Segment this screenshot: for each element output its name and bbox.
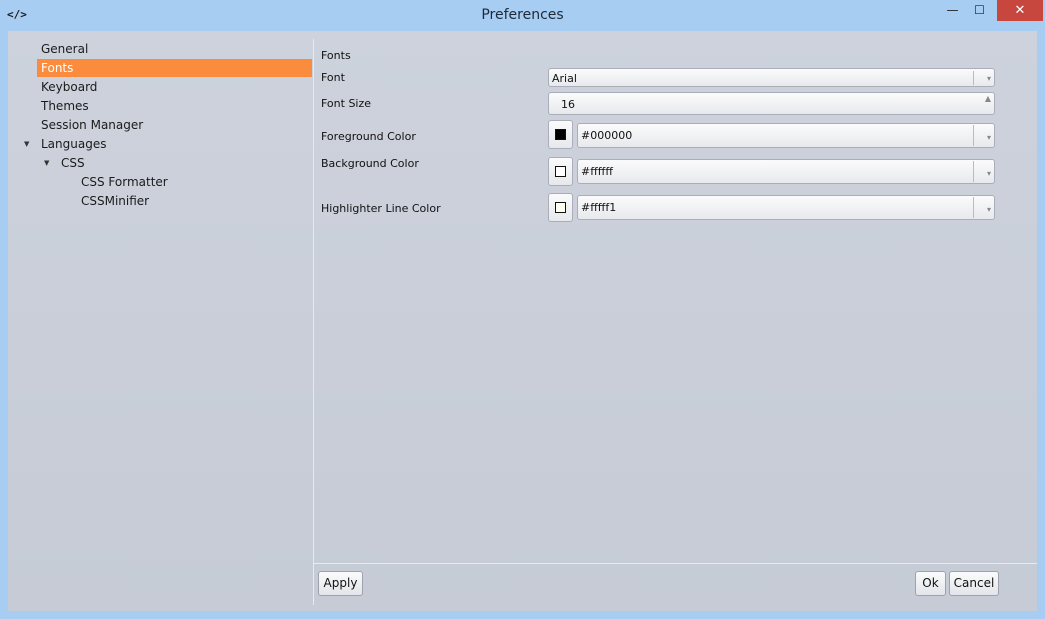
font-size-value: 16 [561,98,575,111]
highlighter-color-value: #fffff1 [581,201,617,214]
foreground-color-picker-button[interactable] [548,120,573,149]
combo-separator [973,71,974,85]
category-tree: General Fonts Keyboard Themes Session Ma… [8,31,312,603]
highlighter-color-swatch [555,202,566,213]
maximize-button[interactable]: ☐ [966,0,993,21]
apply-button[interactable]: Apply [318,571,363,596]
highlighter-color-picker-button[interactable] [548,193,573,222]
window-title: Preferences [481,7,564,23]
section-title: Fonts [321,49,351,62]
title-bar: </> Preferences — ☐ ✕ [0,0,1045,31]
tree-item-css[interactable]: CSS [57,154,316,172]
close-button[interactable]: ✕ [997,0,1043,21]
minimize-button[interactable]: — [939,0,966,21]
fonts-settings-panel: Fonts Font Arial ▾ Font Size 16 ▲ Foregr… [313,31,1037,611]
tree-item-themes[interactable]: Themes [37,97,316,115]
chevron-down-icon: ▾ [986,133,991,142]
tree-item-css-formatter[interactable]: CSS Formatter [77,173,316,191]
background-color-combo[interactable]: #ffffff ▾ [577,159,995,184]
tree-item-keyboard[interactable]: Keyboard [37,78,316,96]
highlighter-color-combo[interactable]: #fffff1 ▾ [577,195,995,220]
foreground-color-value: #000000 [581,129,633,142]
tree-item-cssminifier[interactable]: CSSMinifier [77,192,316,210]
font-select[interactable]: Arial ▾ [548,68,995,87]
tree-item-fonts[interactable]: Fonts [37,59,312,77]
chevron-down-icon: ▾ [986,205,991,214]
background-color-picker-button[interactable] [548,157,573,186]
foreground-color-combo[interactable]: #000000 ▾ [577,123,995,148]
tree-item-session-manager[interactable]: Session Manager [37,116,316,134]
font-size-label: Font Size [321,97,372,110]
background-color-label: Background Color [321,157,419,170]
expand-arrow-icon[interactable]: ▼ [44,159,49,167]
expand-arrow-icon[interactable]: ▼ [24,140,29,148]
spin-up-icon[interactable]: ▲ [985,87,991,110]
preferences-dialog: General Fonts Keyboard Themes Session Ma… [8,31,1037,611]
tree-item-languages[interactable]: Languages [37,135,316,153]
background-color-value: #ffffff [581,165,613,178]
font-size-spinbox[interactable]: 16 ▲ [548,92,995,115]
background-color-swatch [555,166,566,177]
button-bar-divider [313,563,1037,564]
combo-separator [973,161,974,182]
chevron-down-icon: ▾ [986,169,991,178]
foreground-color-swatch [555,129,566,140]
combo-separator [973,125,974,146]
chevron-down-icon: ▾ [986,74,991,83]
tree-item-general[interactable]: General [37,40,316,58]
cancel-button[interactable]: Cancel [949,571,999,596]
font-select-value: Arial [552,72,577,85]
combo-separator [973,197,974,218]
foreground-color-label: Foreground Color [321,130,416,143]
ok-button[interactable]: Ok [915,571,946,596]
highlighter-color-label: Highlighter Line Color [321,202,441,215]
font-label: Font [321,71,345,84]
